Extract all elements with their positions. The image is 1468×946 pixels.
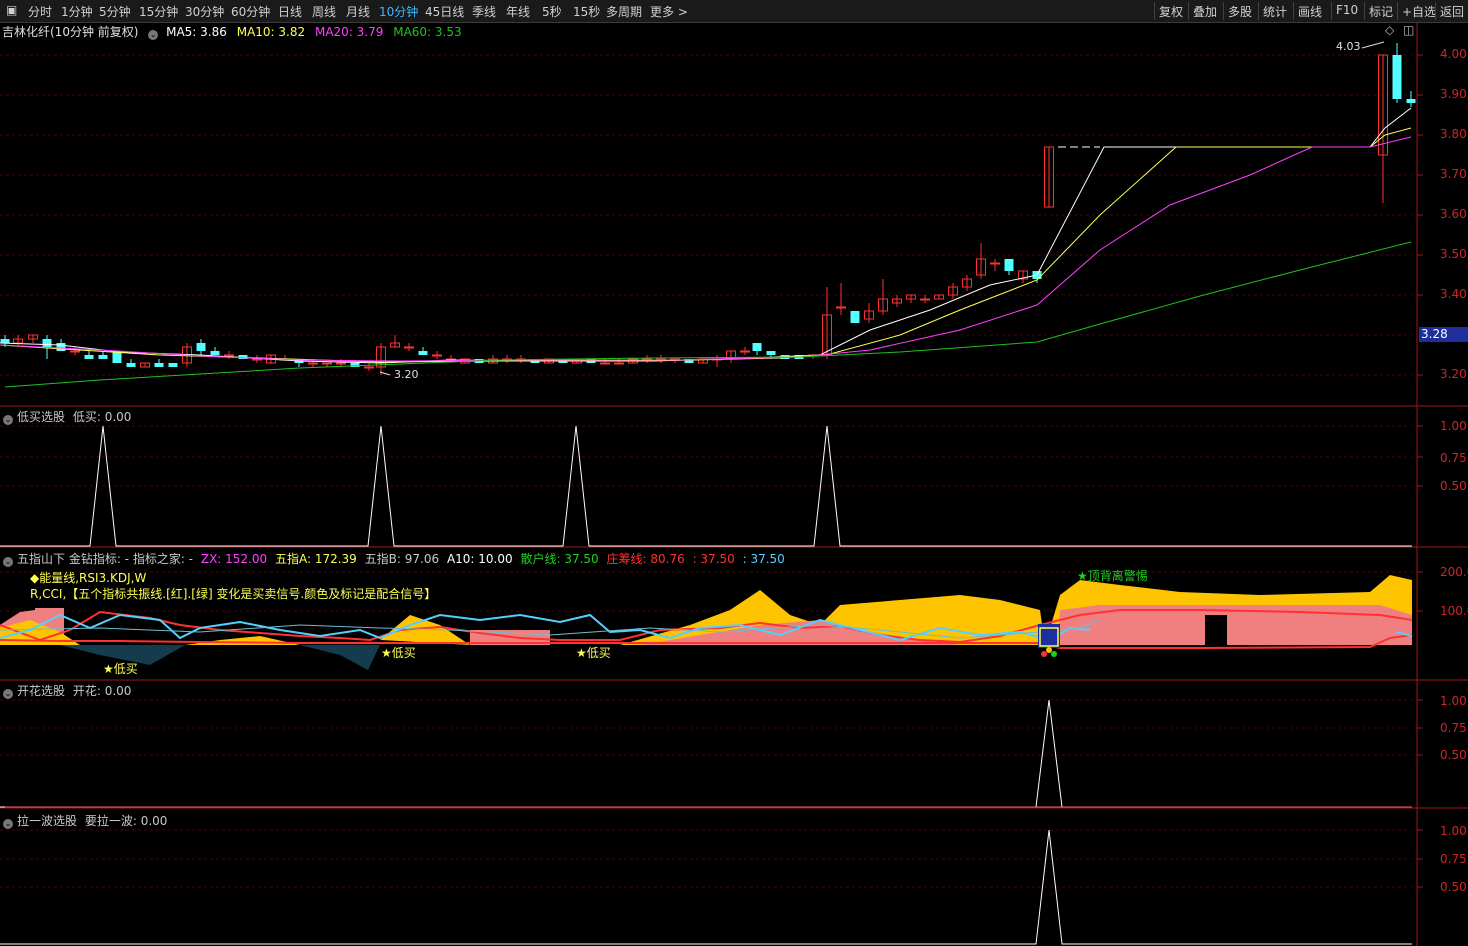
panel-name: 开花选股 — [17, 684, 66, 698]
axis-tick: 100.0 — [1440, 604, 1468, 618]
candle-down — [1004, 259, 1014, 271]
candle-down — [196, 343, 206, 351]
panel-name: 低买选股 — [17, 410, 66, 424]
candle-up — [252, 358, 262, 361]
axis-tick: 0.50 — [1440, 479, 1467, 493]
chevron-down-icon[interactable]: ⌄ — [3, 689, 13, 699]
candle-down — [418, 351, 428, 355]
price-tick: 3.70 — [1440, 167, 1467, 181]
low-buy-signal: ★低买 — [103, 662, 138, 676]
candle-up — [614, 362, 624, 365]
signal-dot — [1046, 647, 1052, 653]
sanhu-value: 散户线: 37.50 — [520, 552, 599, 566]
axis-tick: 0.75 — [1440, 721, 1467, 735]
panel-value: 低买: 0.00 — [72, 410, 132, 424]
panel-value: 要拉一波: 0.00 — [84, 814, 168, 828]
price-tick: 3.60 — [1440, 207, 1467, 221]
candle-down — [766, 351, 776, 355]
ma60-line — [4, 241, 1412, 388]
extra-value: : 37.50 — [742, 552, 785, 566]
low-buy-signal: ★低买 — [381, 646, 416, 660]
axis-tick: 0.50 — [1440, 748, 1467, 762]
candle-up — [70, 350, 80, 353]
candle-down — [210, 351, 220, 355]
price-tick: 3.90 — [1440, 87, 1467, 101]
chevron-down-icon[interactable]: ⌄ — [3, 557, 13, 567]
black-block — [1205, 615, 1227, 645]
candle-down — [0, 339, 10, 343]
candle-up — [404, 346, 414, 349]
ma20-line — [0, 136, 1412, 362]
candle-down — [850, 311, 860, 323]
chevron-down-icon[interactable]: ⌄ — [3, 819, 13, 829]
candle-up — [740, 350, 750, 353]
current-price-tag: 3.28 — [1419, 327, 1468, 342]
signal-dot — [1051, 651, 1057, 657]
axis-tick: 1.00 — [1440, 419, 1467, 433]
price-tick: 4.00 — [1440, 47, 1467, 61]
candle-down — [1406, 99, 1416, 103]
price-tick: 3.40 — [1440, 287, 1467, 301]
axis-tick: 0.75 — [1440, 852, 1467, 866]
panel-layibo-title: ⌄ 拉一波选股 要拉一波: 0.00 — [3, 812, 167, 829]
candle-up — [322, 362, 332, 365]
panel-dimai-title: ⌄ 低买选股 低买: 0.00 — [3, 408, 131, 425]
price-tick: 3.80 — [1440, 127, 1467, 141]
chart-canvas[interactable] — [0, 0, 1468, 946]
low-price-label: 3.20 — [394, 368, 419, 381]
kaihua-signal-line — [0, 699, 1412, 808]
axis-tick: 0.50 — [1440, 880, 1467, 894]
candle-down — [42, 339, 52, 347]
panel-wuzhi-title: ⌄ 五指山下 金钻指标: - 指标之家: - ZX: 152.00 五指A: 17… — [3, 550, 785, 567]
candle-down — [168, 363, 178, 367]
ma5-line — [0, 107, 1412, 364]
candle-up — [308, 362, 318, 365]
price-tick: 3.20 — [1440, 367, 1467, 381]
candle-down — [154, 363, 164, 367]
high-price-label: 4.03 — [1336, 40, 1361, 53]
panel-value: 开花: 0.00 — [72, 684, 132, 698]
candle-up — [990, 262, 1000, 265]
candle-up — [836, 306, 846, 309]
panel-kaihua-title: ⌄ 开花选股 开花: 0.00 — [3, 682, 131, 699]
ma10-line — [0, 127, 1412, 363]
wuzhi-a-value: 五指A: 172.39 — [274, 552, 357, 566]
wuzhi-b-value: 五指B: 97.06 — [364, 552, 440, 566]
annotation-arrow — [1361, 41, 1385, 49]
panel-name: 五指山下 金钻指标: - 指标之家: - — [17, 552, 194, 566]
indicator-legend-line2: R,CCI,【五个指标共振线.[红].[绿] 变化是买卖信号.颜色及标记是配合信… — [30, 587, 437, 601]
candle-down — [1392, 55, 1402, 99]
axis-tick: 0.75 — [1440, 451, 1467, 465]
candle-up — [224, 354, 234, 357]
axis-tick: 1.00 — [1440, 694, 1467, 708]
candle-down — [98, 355, 108, 359]
candle-down — [56, 343, 66, 351]
axis-tick: 200.0 — [1440, 565, 1468, 579]
candle-up — [432, 354, 442, 357]
teal-area — [300, 645, 380, 670]
indicator-legend-line1: ◆能量线,RSI3.KDJ,W — [30, 571, 147, 585]
candle-down — [126, 363, 136, 367]
axis-tick: 1.00 — [1440, 824, 1467, 838]
price-tick: 3.50 — [1440, 247, 1467, 261]
chevron-down-icon[interactable]: ⌄ — [3, 415, 13, 425]
extra-value: : 37.50 — [692, 552, 735, 566]
top-divergence-signal: ★顶背离警惕 — [1077, 569, 1148, 583]
a10-value: A10: 10.00 — [446, 552, 513, 566]
candle-down — [752, 343, 762, 351]
candle-up — [364, 366, 374, 369]
signal-dot — [1041, 651, 1047, 657]
candle-up — [920, 298, 930, 301]
low-buy-signal: ★低买 — [576, 646, 611, 660]
candle-up — [600, 362, 610, 365]
zx-value: ZX: 152.00 — [200, 552, 268, 566]
candle-up — [336, 362, 346, 365]
zhuang-value: 庄筹线: 80.76 — [606, 552, 685, 566]
panel-name: 拉一波选股 — [17, 814, 78, 828]
candle-down — [84, 355, 94, 359]
